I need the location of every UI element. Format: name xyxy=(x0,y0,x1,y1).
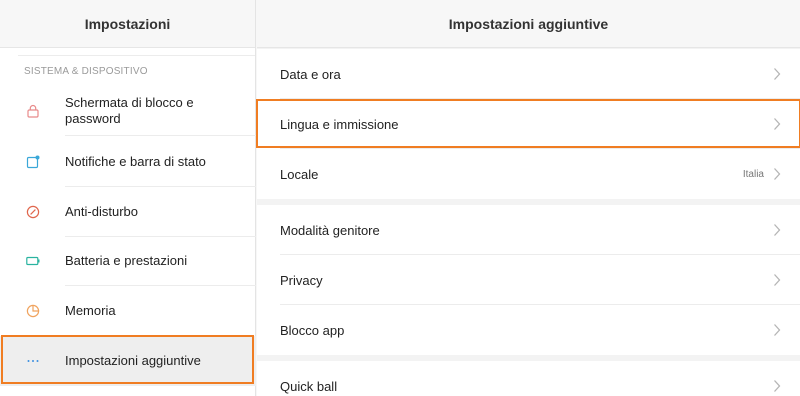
settings-group: Modalità genitore Privacy Blocco app xyxy=(257,205,800,355)
sidebar-item-label: Anti-disturbo xyxy=(65,204,138,219)
lock-icon xyxy=(27,104,39,118)
chevron-right-icon xyxy=(774,380,781,392)
settings-detail-panel: Impostazioni aggiuntive Data e ora Lingu… xyxy=(256,0,800,396)
row-label: Blocco app xyxy=(280,322,345,338)
row-quick-ball[interactable]: Quick ball xyxy=(257,361,800,396)
divider xyxy=(18,55,255,56)
sidebar-item-label: Schermata di blocco e password xyxy=(65,95,194,126)
sidebar-item-storage[interactable]: Memoria xyxy=(0,286,256,336)
panel-title: Impostazioni aggiuntive xyxy=(257,0,800,48)
chevron-right-icon xyxy=(774,118,781,130)
row-label: Locale xyxy=(280,166,319,182)
chevron-right-icon xyxy=(774,324,781,336)
row-label: Modalità genitore xyxy=(280,222,380,238)
settings-group: Data e ora Lingua e immissione Locale It… xyxy=(257,49,800,199)
sidebar-item-label: Batteria e prestazioni xyxy=(65,253,188,268)
sidebar-item-do-not-disturb[interactable]: Anti-disturbo xyxy=(0,187,256,237)
row-language-input[interactable]: Lingua e immissione xyxy=(257,99,800,149)
row-locale[interactable]: Locale Italia xyxy=(257,149,800,199)
row-label: Quick ball xyxy=(280,378,338,394)
row-parental-mode[interactable]: Modalità genitore xyxy=(257,205,800,255)
settings-sidebar: Impostazioni SISTEMA & DISPOSITIVO Scher… xyxy=(0,0,256,396)
storage-pie-icon xyxy=(26,304,40,318)
row-value: Italia xyxy=(742,168,764,180)
divider xyxy=(65,135,256,136)
sidebar-item-additional-settings[interactable]: Impostazioni aggiuntive xyxy=(0,336,256,386)
chevron-right-icon xyxy=(774,224,781,236)
sidebar-item-label: Impostazioni aggiuntive xyxy=(65,353,201,368)
row-label: Lingua e immissione xyxy=(280,116,399,132)
chevron-right-icon xyxy=(774,168,781,180)
sidebar-item-lock-screen[interactable]: Schermata di blocco e password xyxy=(0,86,256,136)
row-date-time[interactable]: Data e ora xyxy=(257,49,800,99)
notification-icon xyxy=(26,155,40,169)
more-dots-icon xyxy=(27,360,39,362)
section-label: SISTEMA & DISPOSITIVO xyxy=(24,66,148,77)
sidebar-item-battery[interactable]: Batteria e prestazioni xyxy=(0,236,256,286)
do-not-disturb-icon xyxy=(26,205,40,219)
settings-group: Quick ball xyxy=(257,361,800,396)
chevron-right-icon xyxy=(774,68,781,80)
sidebar-title: Impostazioni xyxy=(0,0,255,48)
row-privacy[interactable]: Privacy xyxy=(257,255,800,305)
sidebar-item-label: Memoria xyxy=(65,303,116,318)
row-app-lock[interactable]: Blocco app xyxy=(257,305,800,355)
sidebar-item-notifications[interactable]: Notifiche e barra di stato xyxy=(0,137,256,187)
battery-icon xyxy=(26,256,40,266)
chevron-right-icon xyxy=(774,274,781,286)
row-label: Privacy xyxy=(280,272,323,288)
sidebar-item-label: Notifiche e barra di stato xyxy=(65,154,206,169)
row-label: Data e ora xyxy=(280,66,341,82)
